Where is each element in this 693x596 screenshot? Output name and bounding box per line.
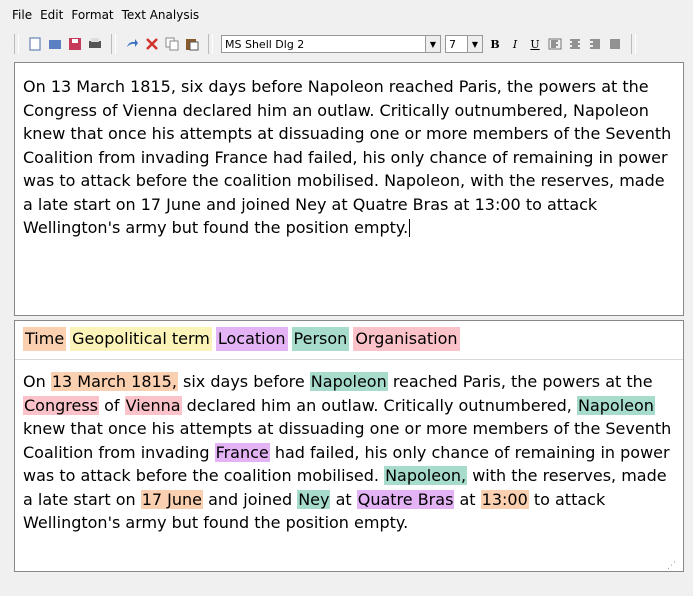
legend-time: Time xyxy=(23,327,67,351)
bold-button[interactable]: B xyxy=(487,38,503,51)
plain-text: reached Paris, the powers at the xyxy=(387,372,653,391)
font-select-value: MS Shell Dlg 2 xyxy=(225,37,305,51)
open-icon[interactable] xyxy=(47,36,63,52)
menu-file[interactable]: File xyxy=(12,8,32,22)
toolbar-grip[interactable] xyxy=(111,34,116,54)
analysis-panel: Time Geopolitical term Location Person O… xyxy=(14,320,684,572)
entity-highlight-time: 13:00 xyxy=(480,489,529,509)
align-left-icon[interactable] xyxy=(547,36,563,52)
entity-highlight-org: Vienna xyxy=(124,395,182,415)
legend-organisation: Organisation xyxy=(353,327,460,351)
chevron-down-icon[interactable]: ▼ xyxy=(425,36,440,52)
align-center-icon[interactable] xyxy=(567,36,583,52)
plain-text: at xyxy=(454,489,481,509)
legend-geopolitical-term: Geopolitical term xyxy=(70,327,212,351)
italic-button[interactable]: I xyxy=(507,38,523,51)
plain-text: of xyxy=(99,395,125,415)
toolbar-grip[interactable] xyxy=(208,34,213,54)
entity-highlight-loc: Quatre Bras xyxy=(356,489,455,509)
cut-icon[interactable] xyxy=(144,36,160,52)
entity-highlight-loc: France xyxy=(214,442,270,462)
editor-text: On 13 March 1815, six days before Napole… xyxy=(23,77,672,237)
entity-highlight-org: Congress xyxy=(23,395,99,415)
plain-text: On xyxy=(23,372,51,391)
menu-format[interactable]: Format xyxy=(71,8,113,22)
toolbar-grip[interactable] xyxy=(631,34,636,54)
annotated-text: On 13 March 1815, six days before Napole… xyxy=(23,370,675,535)
chevron-down-icon[interactable]: ▼ xyxy=(467,36,482,52)
text-caret xyxy=(409,219,411,237)
text-editor[interactable]: On 13 March 1815, six days before Napole… xyxy=(14,62,684,316)
justify-icon[interactable] xyxy=(607,36,623,52)
font-select[interactable]: MS Shell Dlg 2 ▼ xyxy=(221,35,441,53)
legend-person: Person xyxy=(291,327,350,351)
plain-text: six days before xyxy=(177,372,310,391)
font-size-select[interactable]: 7 ▼ xyxy=(445,35,483,53)
align-right-icon[interactable] xyxy=(587,36,603,52)
entity-highlight-time: 17 June xyxy=(140,489,204,509)
entity-legend: Time Geopolitical term Location Person O… xyxy=(23,327,675,351)
toolbar-grip[interactable] xyxy=(14,34,19,54)
entity-highlight-time: 13 March 1815, xyxy=(50,372,178,391)
menu-bar: File Edit Format Text Analysis xyxy=(0,0,693,30)
plain-text: declared him an outlaw. Critically outnu… xyxy=(181,395,577,415)
copy-icon[interactable] xyxy=(164,36,180,52)
entity-highlight-per: Napoleon, xyxy=(384,466,468,485)
plain-text: and joined xyxy=(203,489,298,509)
legend-location: Location xyxy=(215,327,288,351)
entity-highlight-per: Napoleon xyxy=(309,372,388,391)
menu-text-analysis[interactable]: Text Analysis xyxy=(122,8,200,22)
paste-icon[interactable] xyxy=(184,36,200,52)
underline-button[interactable]: U xyxy=(527,38,543,51)
legend-divider xyxy=(15,359,683,360)
resize-grip-icon[interactable]: ⋰ xyxy=(667,555,677,571)
redo-icon[interactable] xyxy=(124,36,140,52)
font-size-value: 7 xyxy=(449,37,456,51)
entity-highlight-per: Ney xyxy=(297,489,331,509)
menu-edit[interactable]: Edit xyxy=(40,8,63,22)
toolbar: MS Shell Dlg 2 ▼ 7 ▼ B I U xyxy=(0,30,693,58)
save-icon[interactable] xyxy=(67,36,83,52)
plain-text: at xyxy=(330,489,357,509)
print-icon[interactable] xyxy=(87,36,103,52)
new-document-icon[interactable] xyxy=(27,36,43,52)
entity-highlight-per: Napoleon xyxy=(576,395,655,415)
